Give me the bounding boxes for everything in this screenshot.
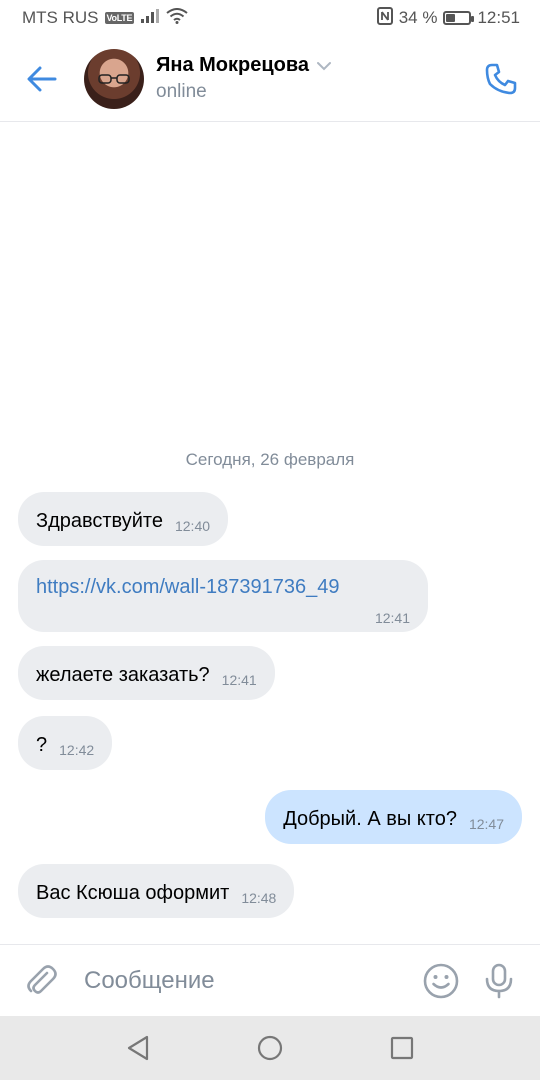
- status-left: MTS RUS VoLTE: [22, 7, 188, 29]
- contact-name: Яна Мокрецова: [156, 54, 310, 76]
- phone-icon: [485, 63, 517, 95]
- message-time: 12:41: [221, 672, 257, 688]
- smile-icon: [423, 963, 459, 998]
- status-bar: MTS RUS VoLTE 34 % 12:51: [0, 0, 540, 36]
- message-incoming[interactable]: ? 12:42: [18, 716, 113, 770]
- circle-home-icon: [257, 1035, 283, 1061]
- attach-button[interactable]: [0, 945, 84, 1017]
- nfc-icon: [376, 6, 393, 30]
- date-separator: Сегодня, 26 февраля: [185, 450, 355, 469]
- message-incoming[interactable]: Вас Ксюша оформит 12:48: [18, 864, 295, 918]
- contact-info[interactable]: Яна Мокрецова online: [156, 54, 332, 103]
- battery-percent: 34 %: [398, 8, 438, 27]
- nav-home-button[interactable]: [250, 1028, 290, 1068]
- message-text: Здравствуйте: [36, 510, 163, 532]
- contact-name-row: Яна Мокрецова: [156, 54, 332, 77]
- message-time: 12:48: [241, 890, 277, 906]
- chevron-down-icon: [317, 61, 332, 70]
- screen: MTS RUS VoLTE 34 % 12:51 Яна Мокрецова o…: [0, 0, 540, 1080]
- avatar-glasses: [98, 73, 130, 84]
- emoji-button[interactable]: [412, 945, 470, 1017]
- call-button[interactable]: [480, 58, 522, 100]
- system-nav-bar: [0, 1016, 540, 1080]
- message-text: Вас Ксюша оформит: [36, 882, 230, 904]
- chat-header: Яна Мокрецова online: [0, 36, 540, 122]
- message-time: 12:47: [468, 816, 504, 832]
- nav-recents-button[interactable]: [382, 1028, 422, 1068]
- clock: 12:51: [477, 8, 520, 27]
- message-incoming-link[interactable]: https://vk.com/wall-187391736_49 12:41: [18, 560, 428, 632]
- arrow-left-icon: [27, 66, 57, 91]
- message-composer: [0, 944, 540, 1016]
- nav-back-button[interactable]: [118, 1028, 158, 1068]
- message-time: 12:40: [174, 518, 211, 534]
- avatar[interactable]: [84, 48, 144, 109]
- carrier-label: MTS RUS: [22, 8, 99, 27]
- message-time: 12:41: [374, 610, 410, 626]
- contact-status: online: [156, 81, 207, 102]
- message-time: 12:42: [59, 742, 95, 758]
- message-link[interactable]: https://vk.com/wall-187391736_49: [36, 574, 410, 600]
- signal-icon: [140, 8, 160, 29]
- message-text: ?: [36, 734, 48, 756]
- triangle-back-icon: [127, 1035, 149, 1061]
- square-recents-icon: [390, 1036, 414, 1060]
- wifi-icon: [166, 7, 188, 29]
- status-right: 34 % 12:51: [376, 6, 520, 30]
- battery-level: [446, 14, 455, 22]
- message-outgoing[interactable]: Добрый. А вы кто? 12:47: [265, 790, 522, 844]
- message-text: желаете заказать?: [36, 664, 210, 686]
- message-incoming[interactable]: Здравствуйте 12:40: [18, 492, 229, 546]
- volte-badge: VoLTE: [104, 12, 135, 24]
- battery-icon: [443, 11, 475, 25]
- message-incoming[interactable]: желаете заказать? 12:41: [18, 646, 275, 700]
- mic-button[interactable]: [470, 945, 528, 1017]
- message-text: Добрый. А вы кто?: [283, 808, 457, 830]
- paperclip-icon: [27, 964, 57, 994]
- microphone-icon: [485, 963, 513, 998]
- back-button[interactable]: [0, 36, 84, 122]
- message-input[interactable]: [84, 960, 412, 1001]
